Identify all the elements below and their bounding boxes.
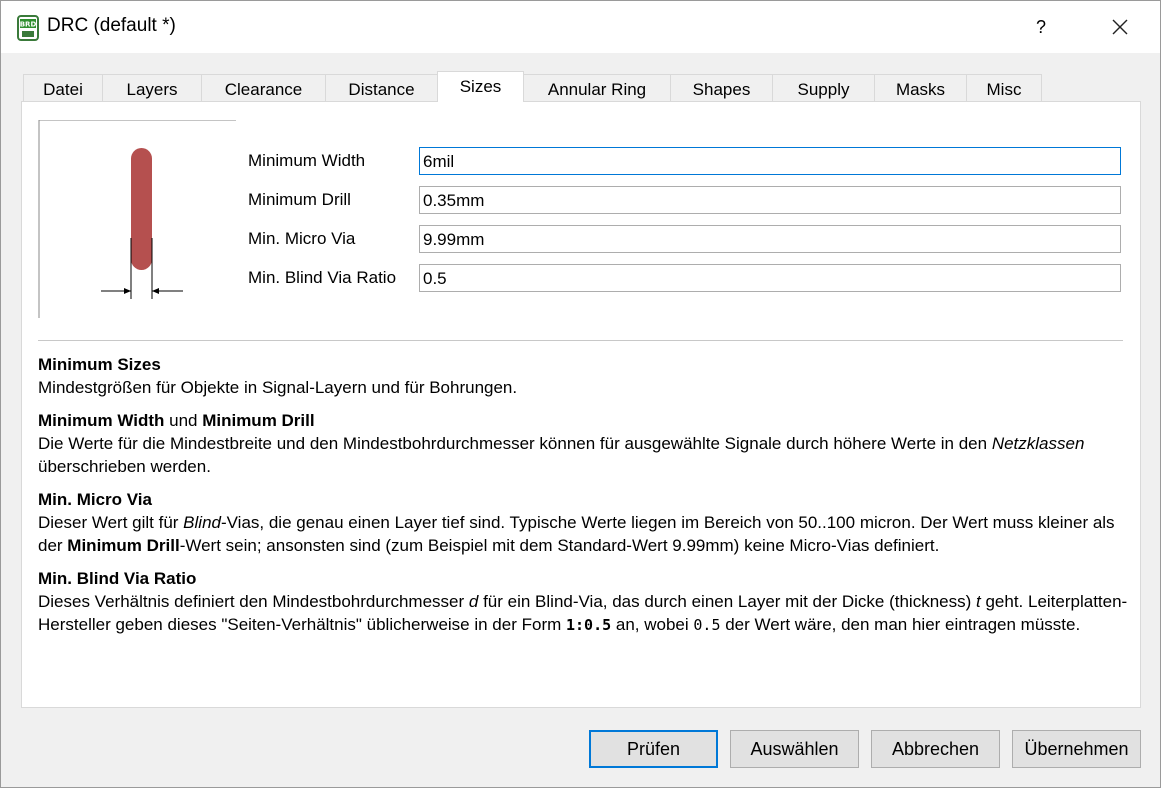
- cancel-button[interactable]: Abbrechen: [871, 730, 1000, 768]
- board-app-icon: BRD: [17, 15, 39, 41]
- tab-sizes[interactable]: Sizes: [437, 71, 524, 102]
- sizes-panel: Minimum Width 6mil Minimum Drill 0.35mm …: [21, 101, 1141, 708]
- tab-layers[interactable]: Layers: [102, 74, 202, 101]
- tab-shapes[interactable]: Shapes: [670, 74, 773, 101]
- tab-distance[interactable]: Distance: [325, 74, 438, 101]
- help-paragraph-blind-via-ratio: Dieses Verhältnis definiert den Mindestb…: [38, 592, 1128, 634]
- minimum-drill-input[interactable]: 0.35mm: [419, 186, 1121, 214]
- minimum-width-label: Minimum Width: [248, 151, 366, 170]
- help-heading-blind-via-ratio: Min. Blind Via Ratio: [38, 569, 197, 588]
- title-bar: BRD DRC (default *) ?: [1, 1, 1160, 53]
- tab-supply[interactable]: Supply: [772, 74, 875, 101]
- check-button[interactable]: Prüfen: [589, 730, 718, 768]
- minimum-width-input[interactable]: 6mil: [419, 147, 1121, 175]
- select-button[interactable]: Auswählen: [730, 730, 859, 768]
- help-heading-micro-via: Min. Micro Via: [38, 490, 152, 509]
- app-icon-text: BRD: [20, 21, 37, 29]
- close-button[interactable]: [1091, 9, 1149, 45]
- min-micro-via-input[interactable]: 9.99mm: [419, 225, 1121, 253]
- min-blind-via-ratio-input[interactable]: 0.5: [419, 264, 1121, 292]
- trace-shape: [131, 148, 152, 270]
- minimum-drill-label: Minimum Drill: [248, 190, 351, 209]
- tab-clearance[interactable]: Clearance: [201, 74, 326, 101]
- help-heading-width-drill: Minimum Width und Minimum Drill: [38, 411, 315, 430]
- tab-misc[interactable]: Misc: [966, 74, 1042, 101]
- help-paragraph-micro-via: Dieser Wert gilt für Blind-Vias, die gen…: [38, 513, 1115, 555]
- help-heading-minimum-sizes: Minimum Sizes: [38, 355, 161, 374]
- close-icon: [1112, 19, 1128, 35]
- apply-button[interactable]: Übernehmen: [1012, 730, 1141, 768]
- drc-dialog: BRD DRC (default *) ? Datei Layers Clear…: [0, 0, 1161, 788]
- help-paragraph-width-drill: Die Werte für die Mindestbreite und den …: [38, 434, 1085, 476]
- window-title: DRC (default *): [47, 15, 176, 36]
- tab-datei[interactable]: Datei: [23, 74, 103, 101]
- divider: [38, 340, 1123, 341]
- help-button[interactable]: ?: [1013, 9, 1069, 45]
- min-micro-via-label: Min. Micro Via: [248, 229, 356, 248]
- tab-annular-ring[interactable]: Annular Ring: [523, 74, 671, 101]
- tab-masks[interactable]: Masks: [874, 74, 967, 101]
- help-paragraph-minimum-sizes: Mindestgrößen für Objekte in Signal-Laye…: [38, 378, 518, 397]
- min-blind-via-ratio-label: Min. Blind Via Ratio: [248, 268, 397, 287]
- help-text: Minimum Sizes Mindestgrößen für Objekte …: [38, 353, 1128, 647]
- minimum-width-illustration: [38, 119, 238, 320]
